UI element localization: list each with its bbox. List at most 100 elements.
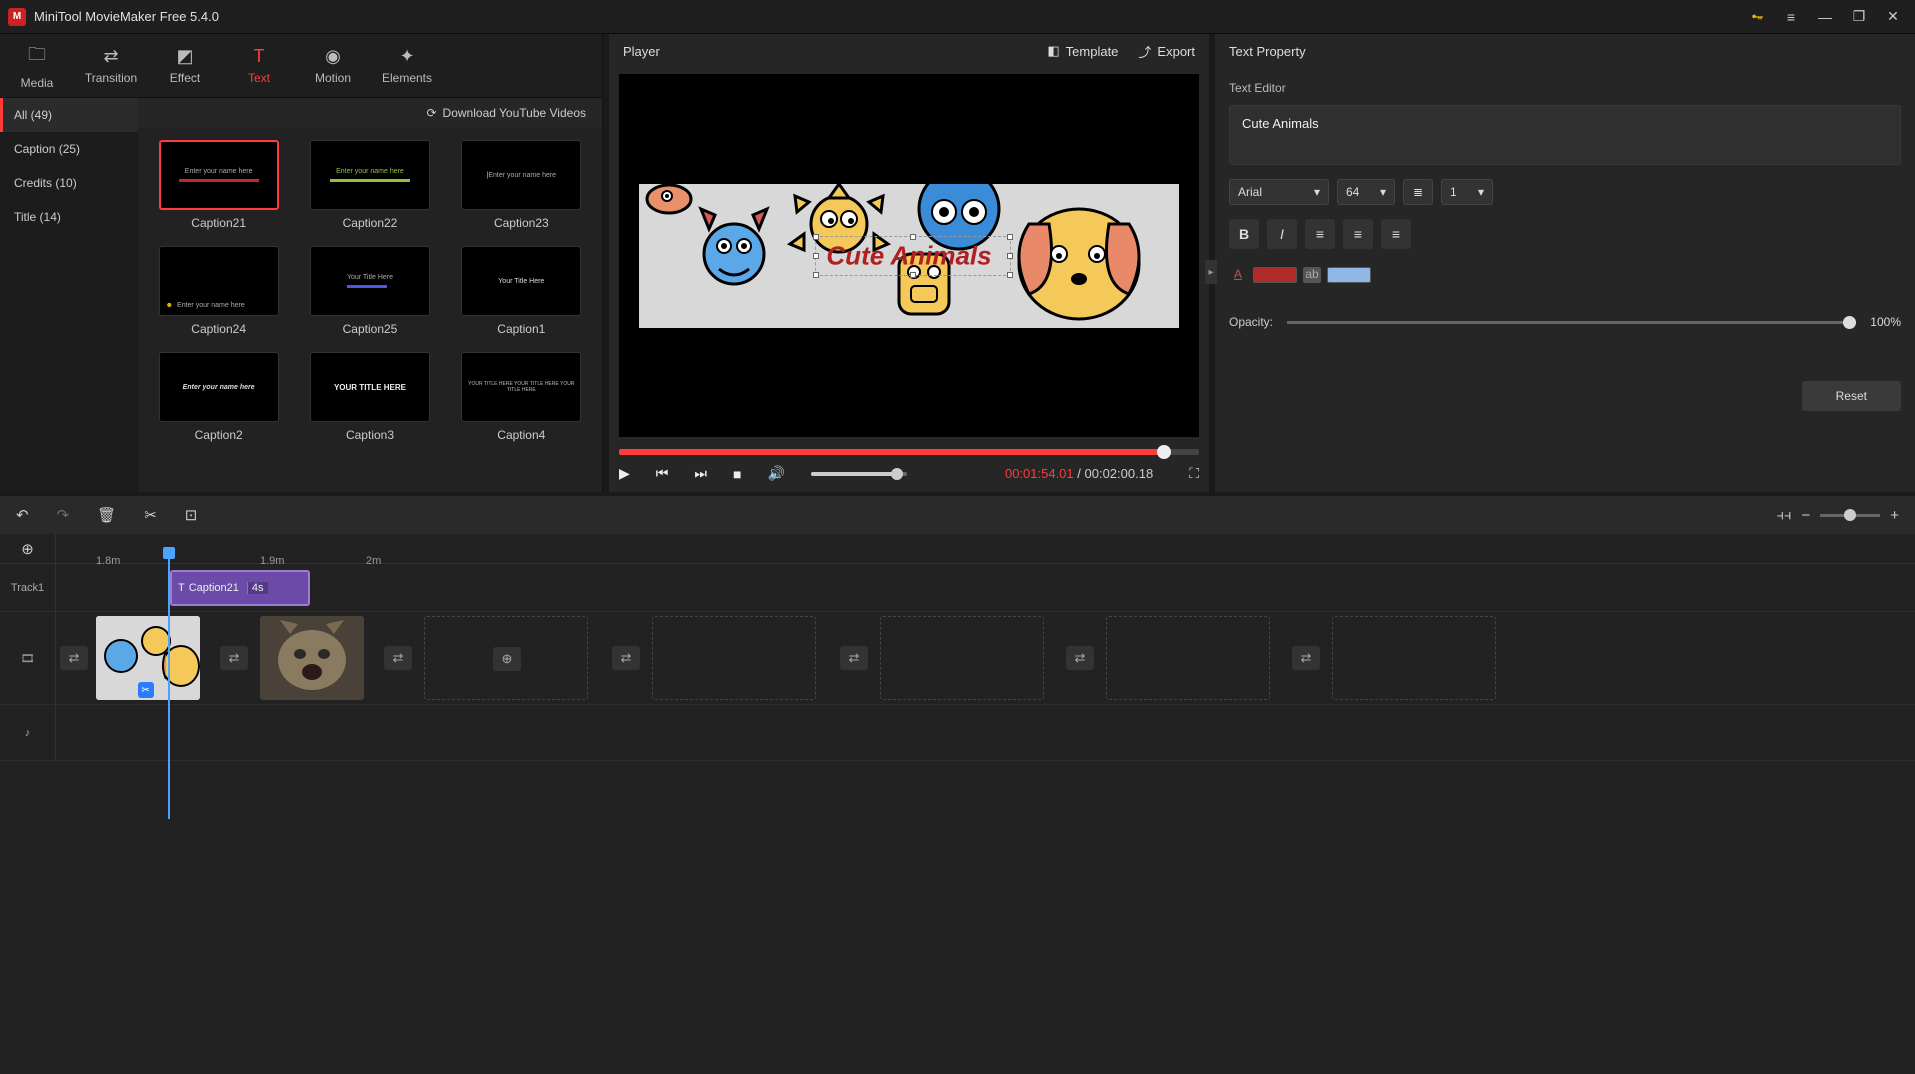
delete-button[interactable]: 🗑 [97, 506, 116, 524]
minimize-icon[interactable]: — [1811, 3, 1839, 31]
reset-button[interactable]: Reset [1802, 381, 1901, 411]
video-clip-1[interactable]: ✂ [96, 616, 200, 700]
empty-clip-slot[interactable] [1106, 616, 1270, 700]
selection-box[interactable] [815, 236, 1011, 276]
transition-slot[interactable]: ⇄ [840, 646, 868, 670]
transition-slot[interactable]: ⇄ [1066, 646, 1094, 670]
line-spacing-icon: ≣ [1413, 185, 1423, 199]
template-button[interactable]: ◧Template [1047, 42, 1118, 61]
letter-spacing-dropdown[interactable]: 1▾ [1441, 179, 1493, 205]
zoom-slider[interactable] [1820, 514, 1880, 517]
tab-elements[interactable]: ✦Elements [370, 34, 444, 97]
lib-item-caption23[interactable]: | Enter your name hereCaption23 [455, 140, 588, 230]
player-pane: Player ◧Template ⤴Export [609, 34, 1209, 492]
export-button[interactable]: ⤴Export [1138, 42, 1195, 61]
text-clip[interactable]: T Caption21 4s [170, 570, 310, 606]
transition-slot[interactable]: ⇄ [384, 646, 412, 670]
zoom-out-button[interactable]: − [1801, 507, 1810, 524]
lib-item-caption24[interactable]: ☻Enter your name hereCaption24 [152, 246, 285, 336]
menu-icon[interactable]: ≡ [1777, 3, 1805, 31]
category-caption[interactable]: Caption (25) [0, 132, 138, 166]
prev-frame-button[interactable]: ⏮ [656, 465, 669, 482]
cut-badge-icon: ✂ [138, 682, 154, 698]
volume-icon[interactable]: 🔊 [767, 465, 784, 482]
fullscreen-button[interactable]: ⛶ [1189, 465, 1199, 482]
auto-fit-button[interactable]: ⫞⫞ [1776, 507, 1791, 524]
add-track-button[interactable]: ⊕ [0, 534, 56, 563]
video-clip-2[interactable] [260, 616, 364, 700]
lib-item-caption21[interactable]: Enter your name hereCaption21 [152, 140, 285, 230]
bg-color-swatch[interactable] [1327, 267, 1371, 283]
crop-button[interactable]: ⊡ [185, 506, 198, 524]
category-title[interactable]: Title (14) [0, 200, 138, 234]
transition-slot[interactable]: ⇄ [1292, 646, 1320, 670]
lib-item-caption25[interactable]: Your Title HereCaption25 [303, 246, 436, 336]
library-pane: 🗀Media ⇄Transition ◩Effect TText ◉Motion… [0, 34, 603, 492]
bg-color-label[interactable]: ab [1303, 267, 1321, 283]
tab-effect[interactable]: ◩Effect [148, 34, 222, 97]
chevron-down-icon: ▾ [1478, 185, 1484, 199]
next-frame-button[interactable]: ⏭ [694, 465, 707, 482]
undo-button[interactable]: ↶ [16, 506, 29, 524]
category-credits[interactable]: Credits (10) [0, 166, 138, 200]
align-right-button[interactable]: ≡ [1381, 219, 1411, 249]
effect-icon: ◩ [176, 46, 193, 67]
transition-slot[interactable]: ⇄ [60, 646, 88, 670]
text-editor-label: Text Editor [1229, 81, 1901, 95]
seek-bar[interactable] [619, 449, 1199, 455]
total-time: 00:02:00.18 [1085, 466, 1154, 481]
opacity-slider[interactable] [1287, 321, 1856, 324]
text-color-swatch[interactable] [1253, 267, 1297, 283]
app-title: MiniTool MovieMaker Free 5.4.0 [34, 9, 219, 24]
zoom-in-button[interactable]: + [1890, 507, 1899, 524]
redo-button[interactable]: ↷ [57, 506, 70, 524]
lib-item-caption3[interactable]: YOUR TITLE HERECaption3 [303, 352, 436, 442]
text-color-label[interactable]: A [1229, 267, 1247, 283]
tab-motion[interactable]: ◉Motion [296, 34, 370, 97]
italic-button[interactable]: I [1267, 219, 1297, 249]
line-spacing-button[interactable]: ≣ [1403, 179, 1433, 205]
transition-slot[interactable]: ⇄ [220, 646, 248, 670]
timeline-toolbar: ↶ ↷ 🗑 ✂ ⊡ ⫞⫞ − + [0, 496, 1915, 534]
tab-text[interactable]: TText [222, 34, 296, 97]
key-icon[interactable] [1743, 3, 1771, 31]
split-button[interactable]: ✂ [144, 506, 157, 524]
video-preview[interactable]: Cute Animals [619, 74, 1199, 437]
align-left-button[interactable]: ≡ [1305, 219, 1335, 249]
transition-slot[interactable]: ⇄ [612, 646, 640, 670]
tab-media[interactable]: 🗀Media [0, 34, 74, 97]
timeline: ⊕ 1.8m 1.9m 2m Track1 T Caption21 4s 🎞 ⇄… [0, 534, 1915, 1074]
text-content-input[interactable]: Cute Animals [1229, 105, 1901, 165]
lib-item-caption22[interactable]: Enter your name hereCaption22 [303, 140, 436, 230]
music-icon: ♪ [25, 727, 31, 739]
tab-transition[interactable]: ⇄Transition [74, 34, 148, 97]
lib-item-caption2[interactable]: Enter your name hereCaption2 [152, 352, 285, 442]
font-size-dropdown[interactable]: 64▾ [1337, 179, 1395, 205]
current-time: 00:01:54.01 [1005, 466, 1074, 481]
play-button[interactable]: ▶ [619, 465, 630, 482]
align-center-button[interactable]: ≡ [1343, 219, 1373, 249]
volume-slider[interactable] [811, 472, 907, 476]
elements-icon: ✦ [399, 46, 414, 67]
lib-item-caption4[interactable]: YOUR TITLE HERE YOUR TITLE HERE YOUR TIT… [455, 352, 588, 442]
panel-expand-button[interactable]: ▸ [1205, 260, 1217, 284]
font-family-dropdown[interactable]: Arial▾ [1229, 179, 1329, 205]
audio-track[interactable] [56, 705, 1915, 760]
track-header-text: Track1 [0, 564, 56, 611]
empty-clip-slot[interactable]: ⊕ [424, 616, 588, 700]
properties-title: Text Property [1215, 34, 1915, 69]
properties-pane: Text Property Text Editor Cute Animals A… [1215, 34, 1915, 492]
close-icon[interactable]: ✕ [1879, 3, 1907, 31]
empty-clip-slot[interactable] [880, 616, 1044, 700]
titlebar: M MiniTool MovieMaker Free 5.4.0 ≡ — ❐ ✕ [0, 0, 1915, 34]
chevron-down-icon: ▾ [1314, 185, 1320, 199]
empty-clip-slot[interactable] [652, 616, 816, 700]
empty-clip-slot[interactable] [1332, 616, 1496, 700]
category-all[interactable]: All (49) [0, 98, 138, 132]
maximize-icon[interactable]: ❐ [1845, 3, 1873, 31]
lib-item-caption1[interactable]: Your Title HereCaption1 [455, 246, 588, 336]
download-youtube-button[interactable]: ⟳ Download YouTube Videos [426, 106, 586, 120]
stop-button[interactable]: ■ [733, 466, 741, 482]
bold-button[interactable]: B [1229, 219, 1259, 249]
video-icon: 🎞 [21, 652, 35, 665]
